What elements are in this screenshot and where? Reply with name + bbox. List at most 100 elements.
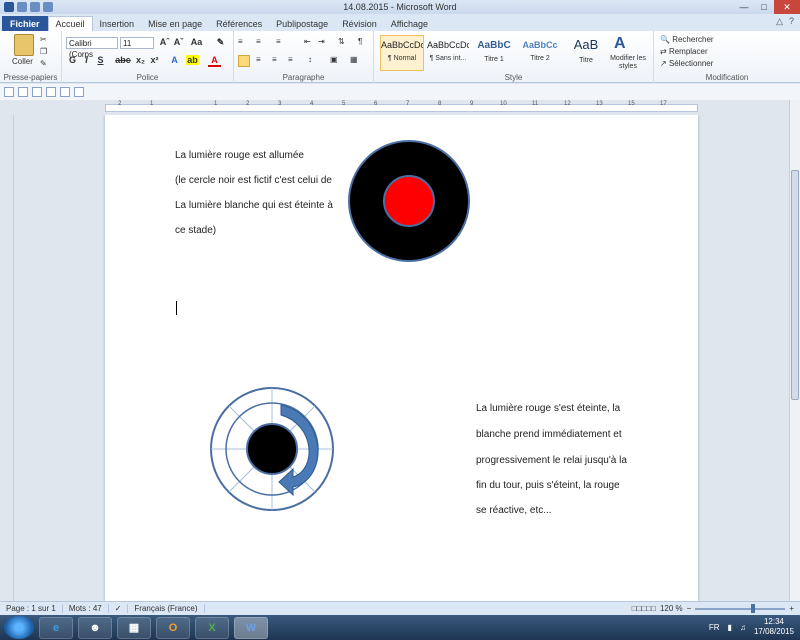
ruler-tick: 3 (278, 101, 282, 107)
clock[interactable]: 12:34 17/08/2015 (754, 617, 794, 637)
italic-button[interactable]: I (80, 55, 93, 65)
shrink-font-icon[interactable]: Aˇ (172, 37, 185, 47)
maximize-button[interactable]: □ (754, 0, 774, 14)
justify-icon[interactable]: ≡ (288, 55, 293, 64)
new-doc-icon[interactable] (4, 87, 14, 97)
internet-explorer-icon[interactable]: e (39, 616, 73, 639)
align-center-icon[interactable]: ≡ (256, 55, 261, 64)
cut-icon[interactable]: ✂ (40, 35, 47, 44)
zoom-slider[interactable] (695, 603, 786, 613)
borders-icon[interactable]: ▦ (350, 55, 358, 64)
style-heading-1[interactable]: AaBbC Titre 1 (472, 35, 516, 71)
subscript-button[interactable]: x₂ (134, 55, 147, 65)
ruler-strip[interactable] (105, 104, 698, 112)
sort-icon[interactable]: ⇅ (338, 37, 345, 46)
shading-icon[interactable]: ▣ (330, 55, 338, 64)
minimize-ribbon-icon[interactable]: △ (776, 16, 783, 27)
copy-icon[interactable]: ❐ (40, 47, 47, 56)
vertical-ruler[interactable] (0, 115, 14, 601)
save2-icon[interactable] (46, 87, 56, 97)
tab-revision[interactable]: Révision (335, 16, 384, 31)
change-case-icon[interactable]: Aa (190, 37, 203, 47)
preview-icon[interactable] (60, 87, 70, 97)
tab-references[interactable]: Références (209, 16, 269, 31)
style-heading-2-sample: AaBbCc (522, 40, 558, 50)
word-count[interactable]: Mots : 47 (63, 604, 109, 613)
clipboard-group: Coller ✂ ❐ ✎ Presse-papiers (0, 31, 62, 83)
user-folder-icon[interactable]: ☻ (78, 616, 112, 639)
undo2-icon[interactable] (18, 87, 28, 97)
numbering-icon[interactable]: ≡ (256, 37, 261, 46)
paste-icon[interactable] (14, 34, 34, 56)
bullets-icon[interactable]: ≡ (238, 37, 243, 46)
font-name-combo[interactable]: Calibri (Corps (66, 37, 118, 59)
document-page[interactable]: La lumière rouge est allumée (le cercle … (105, 115, 698, 601)
top-paragraph-line: (le cercle noir est fictif c'est celui d… (175, 175, 332, 186)
align-left-icon[interactable] (238, 55, 250, 67)
format-painter-icon[interactable]: ✎ (40, 59, 47, 68)
close-button[interactable]: ✕ (774, 0, 800, 14)
increase-indent-icon[interactable]: ⇥ (318, 37, 325, 46)
grow-font-icon[interactable]: Aˆ (158, 37, 171, 47)
volume-icon[interactable]: ♫ (740, 623, 746, 632)
minimize-button[interactable]: — (734, 0, 754, 14)
style-no-spacing[interactable]: AaBbCcDc ¶ Sans int... (426, 35, 470, 71)
zoom-in-icon[interactable]: + (789, 604, 794, 613)
clear-format-icon[interactable]: ✎ (214, 37, 227, 48)
underline-button[interactable]: S (94, 55, 107, 65)
find-button[interactable]: 🔍 Rechercher (660, 35, 714, 44)
modify-styles-button[interactable]: Modifier les styles (606, 55, 650, 71)
font-color-icon[interactable]: A (208, 55, 221, 67)
tab-mise-en-page[interactable]: Mise en page (141, 16, 209, 31)
help-icon[interactable]: ? (789, 16, 794, 27)
bold-button[interactable]: G (66, 55, 79, 65)
modify-styles-icon[interactable]: A (614, 35, 626, 53)
spell-check-icon[interactable] (74, 87, 84, 97)
strikethrough-button[interactable]: abc (114, 55, 132, 65)
view-mode-icons[interactable]: □□□□□ (632, 604, 656, 613)
start-button[interactable] (4, 616, 34, 639)
zoom-slider-knob[interactable] (751, 603, 756, 613)
outlook-icon[interactable]: O (156, 616, 190, 639)
style-normal[interactable]: AaBbCcDc ¶ Normal (380, 35, 424, 71)
font-size-combo[interactable]: 11 (120, 37, 154, 49)
align-right-icon[interactable]: ≡ (272, 55, 277, 64)
tab-affichage[interactable]: Affichage (384, 16, 435, 31)
multilevel-list-icon[interactable]: ≡ (276, 37, 281, 46)
ruler-tick: 2 (246, 101, 250, 107)
word-taskbar-icon[interactable]: W (234, 616, 268, 639)
language-indicator-tray[interactable]: FR (709, 623, 720, 632)
zoom-out-icon[interactable]: − (687, 604, 692, 613)
tab-accueil[interactable]: Accueil (47, 16, 93, 31)
line-spacing-icon[interactable]: ↕ (308, 55, 312, 64)
select-button[interactable]: ↗ Sélectionner (660, 59, 713, 68)
red-light-illustration[interactable] (346, 139, 472, 263)
ruler-tick: 6 (374, 101, 378, 107)
tab-insertion[interactable]: Insertion (93, 16, 142, 31)
tab-publipostage[interactable]: Publipostage (269, 16, 335, 31)
superscript-button[interactable]: x² (148, 55, 161, 65)
pilcrow-icon[interactable]: ¶ (358, 37, 362, 46)
select-icon: ↗ (660, 59, 667, 68)
highlight-icon[interactable]: ab (186, 55, 199, 65)
explorer-folder-icon[interactable]: ▦ (117, 616, 151, 639)
scrollbar-thumb[interactable] (791, 170, 799, 400)
network-icon[interactable]: ▮ (728, 623, 732, 632)
proofing-icon[interactable]: ✓ (109, 604, 129, 613)
text-effects-icon[interactable]: A (168, 55, 181, 65)
white-light-cycle-illustration[interactable] (209, 387, 337, 511)
vertical-scrollbar[interactable] (789, 100, 800, 601)
replace-button[interactable]: ⇄ Remplacer (660, 47, 708, 56)
page-count[interactable]: Page : 1 sur 1 (0, 604, 63, 613)
style-heading-2[interactable]: AaBbCc Titre 2 (518, 35, 562, 71)
excel-icon[interactable]: X (195, 616, 229, 639)
zoom-level[interactable]: 120 % (660, 604, 683, 613)
print-icon[interactable] (32, 87, 42, 97)
tab-fichier[interactable]: Fichier (2, 16, 48, 31)
language-indicator[interactable]: Français (France) (128, 604, 205, 613)
decrease-indent-icon[interactable]: ⇤ (304, 37, 311, 46)
style-title[interactable]: AaB Titre (564, 35, 608, 71)
style-normal-sample: AaBbCcDc (381, 40, 423, 50)
paste-button[interactable]: Coller (12, 57, 33, 66)
replace-button-label: Remplacer (668, 47, 708, 56)
